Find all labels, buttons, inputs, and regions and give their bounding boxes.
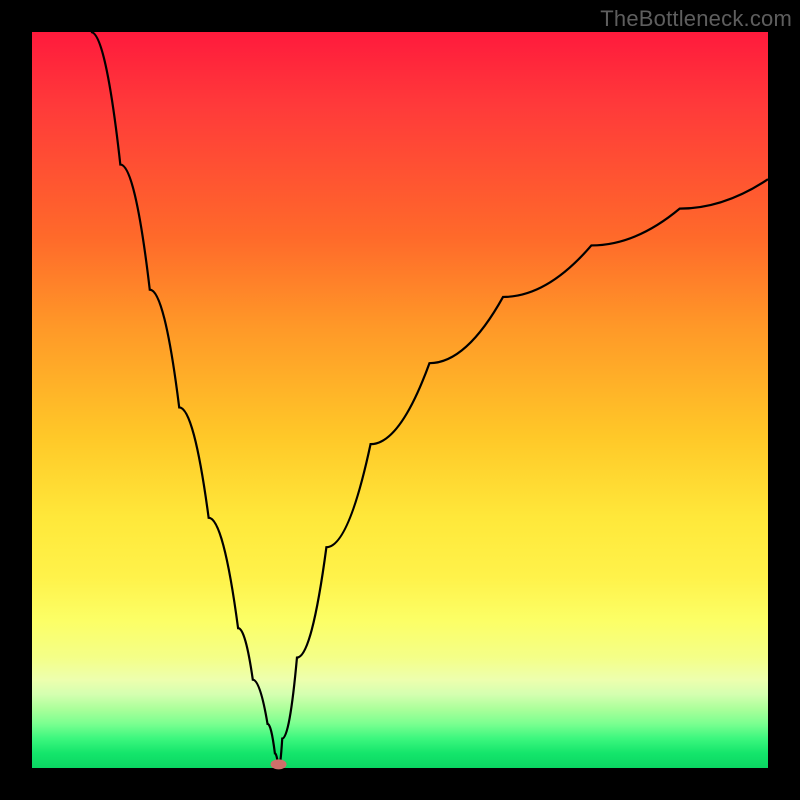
chart-frame: TheBottleneck.com <box>0 0 800 800</box>
plot-area <box>32 32 768 768</box>
minimum-marker <box>271 759 287 769</box>
curve-left <box>91 32 279 768</box>
curve-right <box>279 179 768 768</box>
curve-svg <box>32 32 768 768</box>
watermark-text: TheBottleneck.com <box>600 6 792 32</box>
